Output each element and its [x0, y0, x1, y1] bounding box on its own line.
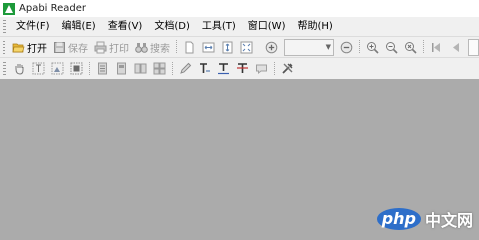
snapshot-icon	[70, 62, 83, 75]
save-button[interactable]: 保存	[51, 39, 90, 56]
underline-button[interactable]	[215, 60, 232, 77]
single-page-button[interactable]	[181, 39, 198, 56]
watermark: php 中文网	[376, 207, 473, 231]
tools-button[interactable]	[279, 60, 296, 77]
actual-size-button[interactable]	[402, 39, 419, 56]
note-button[interactable]	[253, 60, 270, 77]
hand-tool-button[interactable]	[11, 60, 28, 77]
first-page-button[interactable]	[428, 39, 445, 56]
text-select-icon	[32, 62, 45, 75]
text-tool-button[interactable]	[196, 60, 213, 77]
toolbar-separator	[258, 40, 260, 54]
text-tool-icon	[200, 63, 210, 73]
toolbar-grip	[3, 62, 6, 75]
graphic-select-icon	[51, 62, 64, 75]
toolbar-separator	[274, 61, 275, 76]
open-button[interactable]: 打开	[10, 39, 49, 56]
menu-help[interactable]: 帮助(H)	[291, 17, 338, 36]
magnifier-icon	[405, 41, 417, 54]
plus-circle-icon	[266, 41, 278, 53]
print-button[interactable]: 打印	[92, 39, 131, 56]
open-folder-icon	[12, 43, 25, 52]
toolbar-separator	[89, 61, 90, 76]
search-button[interactable]: 搜索	[133, 39, 172, 56]
note-icon	[256, 64, 267, 75]
binoculars-search-icon	[135, 42, 148, 53]
fit-page-button[interactable]	[238, 39, 255, 56]
magnifier-minus-icon	[386, 41, 398, 54]
single-view-button[interactable]	[113, 60, 130, 77]
menu-bar: 文件(F) 编辑(E) 查看(V) 文档(D) 工具(T) 窗口(W) 帮助(H…	[0, 17, 479, 36]
zoom-in-circle-button[interactable]	[263, 39, 280, 56]
print-label: 打印	[109, 43, 129, 55]
facing-pages-icon	[134, 63, 147, 74]
apabi-app-icon	[3, 2, 15, 15]
magnifier-plus-icon	[367, 41, 379, 54]
snapshot-button[interactable]	[68, 60, 85, 77]
open-label: 打开	[27, 43, 47, 55]
page-icon	[185, 41, 194, 53]
fit-height-icon	[222, 41, 233, 53]
single-page-view-icon	[117, 62, 126, 75]
printer-icon	[94, 41, 107, 53]
zoom-out-button[interactable]	[383, 39, 400, 56]
strikeout-text-icon	[237, 63, 248, 73]
previous-page-button[interactable]	[447, 39, 464, 56]
document-workspace[interactable]: php 中文网	[0, 79, 479, 235]
menu-file[interactable]: 文件(F)	[10, 17, 56, 36]
hand-icon	[15, 64, 24, 75]
thumbnail-view-button[interactable]	[151, 60, 168, 77]
main-toolbar: 打开 保存 打印 搜索 ▼	[0, 36, 479, 57]
first-page-icon	[431, 42, 440, 52]
chevron-down-icon[interactable]: ▼	[323, 43, 333, 51]
pencil-button[interactable]	[177, 60, 194, 77]
save-disk-icon	[54, 41, 65, 53]
toolbar-grip	[3, 40, 5, 54]
continuous-view-button[interactable]	[94, 60, 111, 77]
menu-window[interactable]: 窗口(W)	[242, 17, 292, 36]
toolbar-separator	[423, 40, 424, 54]
menubar-grip	[3, 20, 6, 33]
search-label: 搜索	[150, 43, 170, 55]
zoom-in-button[interactable]	[364, 39, 381, 56]
window-title: Apabi Reader	[19, 3, 87, 14]
previous-page-icon	[452, 42, 459, 52]
select-graphic-button[interactable]	[49, 60, 66, 77]
watermark-logo: php	[376, 208, 421, 230]
tools-icon	[282, 63, 293, 74]
select-text-button[interactable]	[30, 60, 47, 77]
fit-width-icon	[202, 42, 215, 52]
watermark-text: 中文网	[424, 211, 473, 230]
zoom-level-select[interactable]: ▼	[284, 38, 335, 56]
zoom-out-circle-button[interactable]	[338, 39, 355, 56]
toolbar-separator	[172, 61, 173, 76]
menu-view[interactable]: 查看(V)	[102, 17, 149, 36]
minus-circle-icon	[341, 41, 353, 53]
pencil-icon	[180, 62, 192, 74]
menu-document[interactable]: 文档(D)	[148, 17, 196, 36]
strikeout-button[interactable]	[234, 60, 251, 77]
toolbar-separator	[359, 40, 361, 54]
page-number-input[interactable]	[467, 38, 479, 56]
fit-page-icon	[240, 41, 253, 53]
fit-width-button[interactable]	[200, 39, 217, 56]
save-label: 保存	[68, 43, 88, 55]
facing-view-button[interactable]	[132, 60, 149, 77]
grid-pages-icon	[153, 62, 166, 75]
menu-tools[interactable]: 工具(T)	[196, 17, 242, 36]
tools-toolbar	[0, 57, 479, 80]
menu-edit[interactable]: 编辑(E)	[56, 17, 102, 36]
toolbar-separator	[176, 40, 177, 54]
underline-text-icon	[218, 63, 229, 75]
title-bar: Apabi Reader	[0, 0, 479, 17]
fit-height-button[interactable]	[219, 39, 236, 56]
continuous-pages-icon	[98, 62, 107, 75]
